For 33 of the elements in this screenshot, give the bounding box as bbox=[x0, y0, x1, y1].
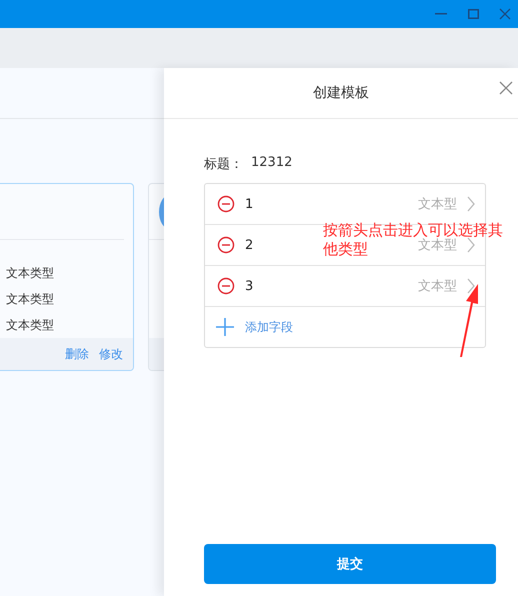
chevron-button[interactable] bbox=[467, 278, 475, 294]
field-name: 1 bbox=[245, 196, 254, 212]
title-label: 标题： bbox=[204, 156, 243, 173]
card-line: 文本类型 bbox=[5, 291, 55, 308]
chevron-right-icon bbox=[467, 237, 475, 253]
chevron-button[interactable] bbox=[467, 196, 475, 212]
annotation-text: 他类型 bbox=[323, 240, 368, 259]
chevron-right-icon bbox=[467, 196, 475, 212]
field-name: 2 bbox=[245, 238, 254, 252]
field-type: 文本型 bbox=[418, 278, 457, 295]
annotation-text: 按箭头点击进入可以选择其 bbox=[323, 221, 503, 239]
submit-button[interactable]: 提交 bbox=[204, 544, 496, 584]
maximize-icon bbox=[468, 9, 478, 19]
plus-icon bbox=[215, 317, 235, 337]
drawer-title: 创建模板 bbox=[313, 84, 369, 102]
card-link[interactable]: 删除 bbox=[65, 346, 89, 362]
card-link[interactable]: 修改 bbox=[99, 346, 123, 362]
close-icon bbox=[498, 80, 514, 96]
title-value: 12312 bbox=[251, 155, 292, 172]
field-type: 文本型 bbox=[418, 196, 457, 213]
remove-icon[interactable] bbox=[217, 236, 235, 254]
card-line: 文本类型 bbox=[5, 317, 55, 334]
field-type: 文本型 bbox=[418, 238, 457, 254]
field-name: 3 bbox=[245, 278, 254, 294]
remove-icon[interactable] bbox=[217, 277, 235, 295]
close-button[interactable] bbox=[498, 80, 514, 96]
add-field-button[interactable]: 添加字段 bbox=[205, 307, 293, 347]
close-icon bbox=[499, 8, 511, 20]
chevron-button[interactable] bbox=[467, 237, 475, 253]
chevron-right-icon bbox=[467, 278, 475, 294]
minimize-icon bbox=[435, 13, 447, 15]
card-line: 文本类型 bbox=[5, 265, 55, 282]
remove-icon[interactable] bbox=[217, 195, 235, 213]
